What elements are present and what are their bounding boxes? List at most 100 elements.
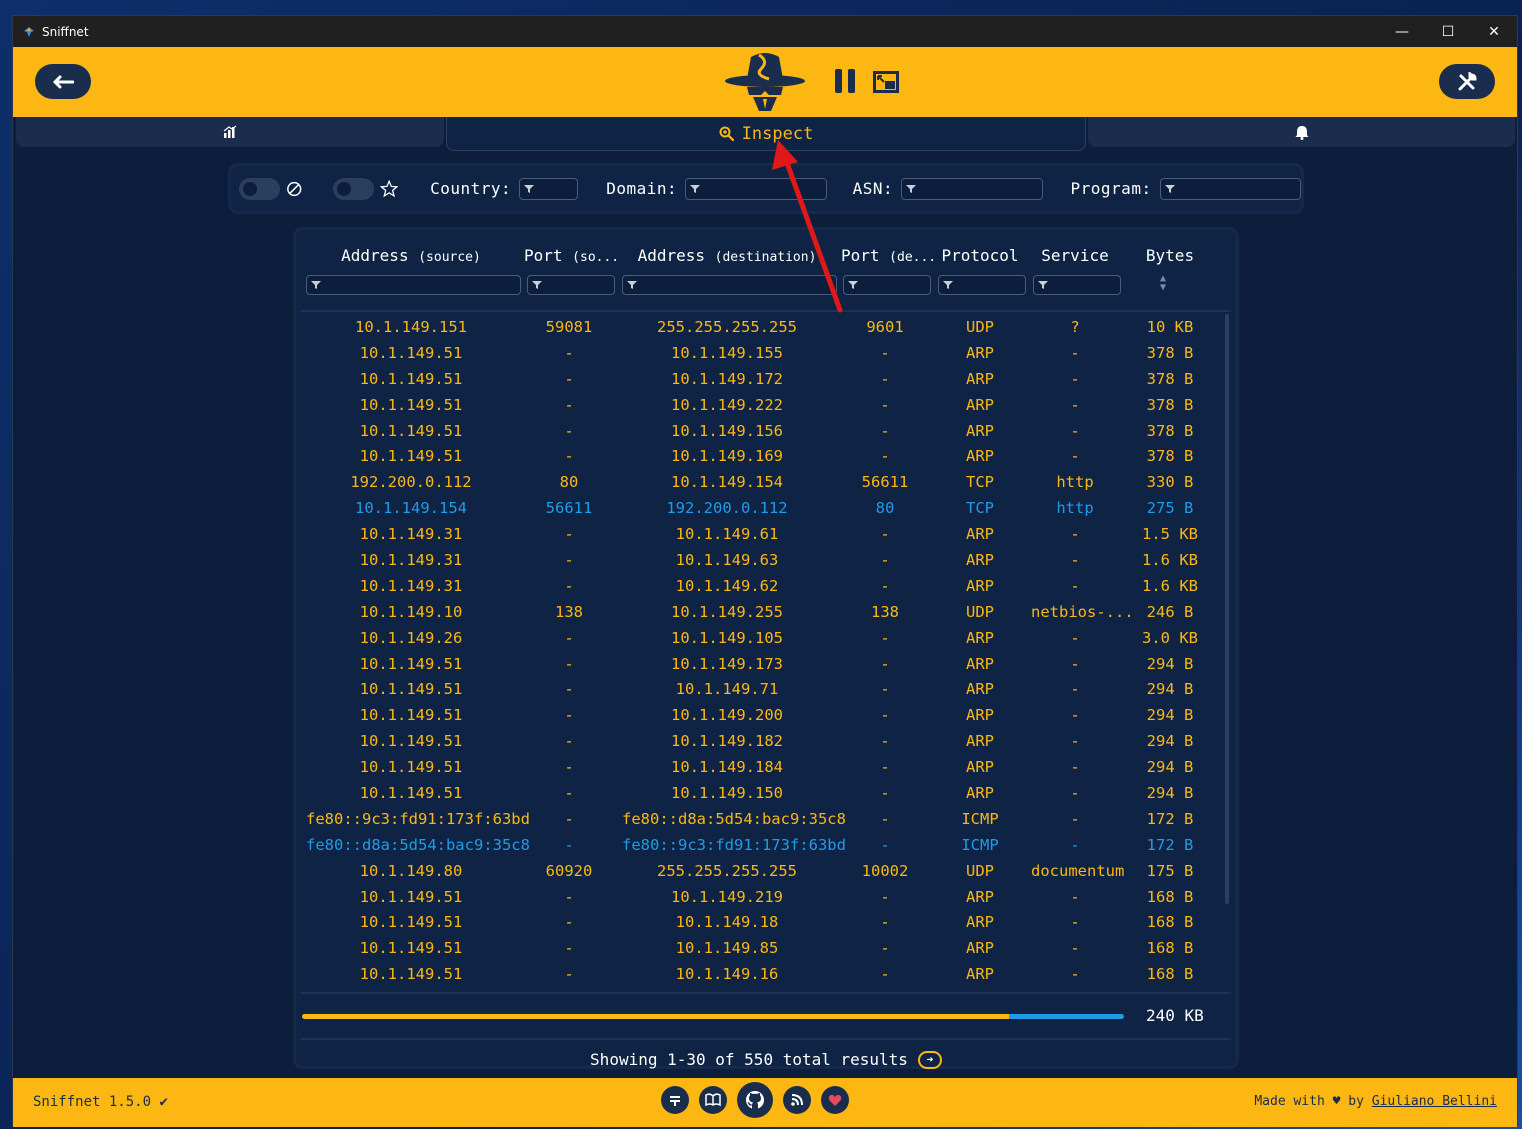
asn-filter-input[interactable] [901,177,1043,200]
table-row[interactable]: 10.1.149.31 - 10.1.149.62 - ARP - 1.6 KB [296,573,1236,599]
tab-inspect[interactable]: Inspect [446,117,1086,151]
country-filter-input[interactable] [519,177,579,200]
table-row[interactable]: 10.1.149.26 - 10.1.149.105 - ARP - 3.0 KB [296,625,1236,651]
table-row[interactable]: 10.1.149.51 - 10.1.149.172 - ARP - 378 B [296,366,1236,392]
dst-address-header[interactable]: Address (destination) [622,246,832,265]
funnel-icon [690,184,701,193]
table-row[interactable]: 10.1.149.31 - 10.1.149.61 - ARP - 1.5 KB [296,521,1236,547]
cell-proto: ARP [966,525,994,544]
table-row[interactable]: 10.1.149.80 60920 255.255.255.255 10002 UDP d… [296,858,1236,884]
tab-overview[interactable] [16,117,444,147]
dst-address-filter[interactable] [622,275,837,295]
cell-sport: - [564,395,574,414]
cell-proto: TCP [966,499,994,518]
table-row[interactable]: 10.1.149.31 - 10.1.149.63 - ARP - 1.6 KB [296,547,1236,573]
table-row[interactable]: 192.200.0.112 80 10.1.149.154 56611 TCP http 3… [296,469,1236,495]
minimize-button[interactable]: — [1379,16,1425,47]
blocked-icon [287,181,302,196]
table-row[interactable]: 10.1.149.51 - 10.1.149.173 - ARP - 294 B [296,651,1236,677]
table-row[interactable]: 10.1.149.51 - 10.1.149.18 - ARP - 168 B [296,909,1236,935]
cell-sport: - [564,525,574,544]
author-link[interactable]: Giuliano Bellini [1372,1094,1497,1109]
cell-proto: ARP [966,654,994,673]
table-row[interactable]: fe80::9c3:fd91:173f:63bd - fe80::d8a:5d54:… [296,806,1236,832]
cell-bytes: 168 B [1146,887,1194,906]
table-row[interactable]: 10.1.149.51 - 10.1.149.155 - ARP - 378 B [296,340,1236,366]
table-row[interactable]: 10.1.149.154 56611 192.200.0.112 80 TCP http 2… [296,495,1236,521]
table-row[interactable]: 10.1.149.51 - 10.1.149.156 - ARP - 378 B [296,418,1236,444]
cell-dst: 255.255.255.255 [657,318,797,336]
cell-dst: 10.1.149.219 [671,887,783,906]
table-scrollbar[interactable] [1225,314,1229,904]
cell-bytes: 1.6 KB [1142,576,1198,595]
cell-dport: - [880,809,890,828]
favorites-toggle[interactable] [332,177,374,200]
made-with-label: Made with [1254,1094,1325,1109]
cell-src: fe80::9c3:fd91:173f:63bd [306,809,530,828]
rss-news-icon[interactable] [783,1086,811,1114]
github-icon[interactable] [737,1082,773,1118]
src-address-filter[interactable] [306,275,521,295]
cell-dport: - [880,913,890,932]
table-row[interactable]: 10.1.149.51 - 10.1.149.150 - ARP - 294 B [296,780,1236,806]
next-page-button[interactable]: ➜ [917,1050,942,1069]
protocol-filter[interactable] [938,275,1026,295]
back-button[interactable] [35,64,91,99]
cell-src: 10.1.149.151 [355,318,467,336]
program-filter-input[interactable] [1159,177,1301,200]
sponsor-heart-icon[interactable] [821,1086,849,1114]
footer-links [661,1082,849,1118]
close-button[interactable]: ✕ [1471,16,1517,47]
cell-bytes: 168 B [1146,965,1194,984]
dst-port-filter[interactable] [843,275,931,295]
service-filter[interactable] [1033,275,1121,295]
table-row[interactable]: 10.1.149.51 - 10.1.149.184 - ARP - 294 B [296,754,1236,780]
arrow-left-icon [52,75,74,88]
cell-proto: UDP [966,318,994,336]
bytes-header[interactable]: Bytes [1126,246,1214,265]
pause-button[interactable] [835,69,855,95]
cell-bytes: 294 B [1146,706,1194,725]
version-info: Sniffnet 1.5.0 ✔ [33,1094,168,1110]
table-row[interactable]: 10.1.149.51 - 10.1.149.200 - ARP - 294 B [296,702,1236,728]
cell-dst: 10.1.149.222 [671,395,783,414]
sniffnet-app-icon [24,26,34,37]
magnifier-icon [719,126,734,141]
table-row[interactable]: 10.1.149.10 138 10.1.149.255 138 UDP netbios-… [296,599,1236,625]
cell-dport: - [880,551,890,570]
src-port-header[interactable]: Port (so... [524,246,619,265]
cell-sport: - [564,628,574,647]
domain-filter-input[interactable] [685,177,827,200]
sort-icon[interactable]: ▲ ▼ [1160,274,1166,293]
cell-proto: UDP [966,861,994,880]
table-row[interactable]: 10.1.149.151 59081 255.255.255.255 9601 UDP?… [296,314,1236,340]
table-row[interactable]: 10.1.149.51 - 10.1.149.222 - ARP - 378 B [296,392,1236,418]
table-row[interactable]: 10.1.149.51 - 10.1.149.219 - ARP - 168 B [296,884,1236,910]
table-row[interactable]: fe80::d8a:5d54:bac9:35c8 - fe80::9c3:fd91:… [296,832,1236,858]
cell-svc: - [1070,654,1080,673]
table-body: 10.1.149.151 59081 255.255.255.255 9601 UDP?… [296,314,1236,987]
cell-dport: 9601 [866,318,904,336]
src-address-header[interactable]: Address (source) [306,246,516,265]
table-row[interactable]: 10.1.149.51 - 10.1.149.16 - ARP - 168 B [296,961,1236,987]
dst-port-header[interactable]: Port (de... [841,246,936,265]
website-icon[interactable] [661,1086,689,1114]
funnel-icon [1038,281,1048,289]
cell-proto: TCP [966,473,994,492]
hide-blocked-toggle[interactable] [239,177,281,200]
settings-button[interactable] [1439,64,1495,99]
thumbnail-mode-icon[interactable] [873,71,899,93]
table-row[interactable]: 10.1.149.51 - 10.1.149.85 - ARP - 168 B [296,935,1236,961]
protocol-header[interactable]: Protocol [936,246,1024,265]
service-header[interactable]: Service [1031,246,1119,265]
wiki-book-icon[interactable] [699,1086,727,1114]
cell-svc: - [1070,576,1080,595]
table-row[interactable]: 10.1.149.51 - 10.1.149.169 - ARP - 378 B [296,443,1236,469]
table-row[interactable]: 10.1.149.51 - 10.1.149.71 - ARP - 294 B [296,676,1236,702]
maximize-button[interactable]: ☐ [1425,16,1471,47]
src-port-filter[interactable] [527,275,615,295]
header-divider [301,310,1231,312]
tab-notifications[interactable] [1088,117,1515,147]
cell-svc: - [1070,887,1080,906]
table-row[interactable]: 10.1.149.51 - 10.1.149.182 - ARP - 294 B [296,728,1236,754]
